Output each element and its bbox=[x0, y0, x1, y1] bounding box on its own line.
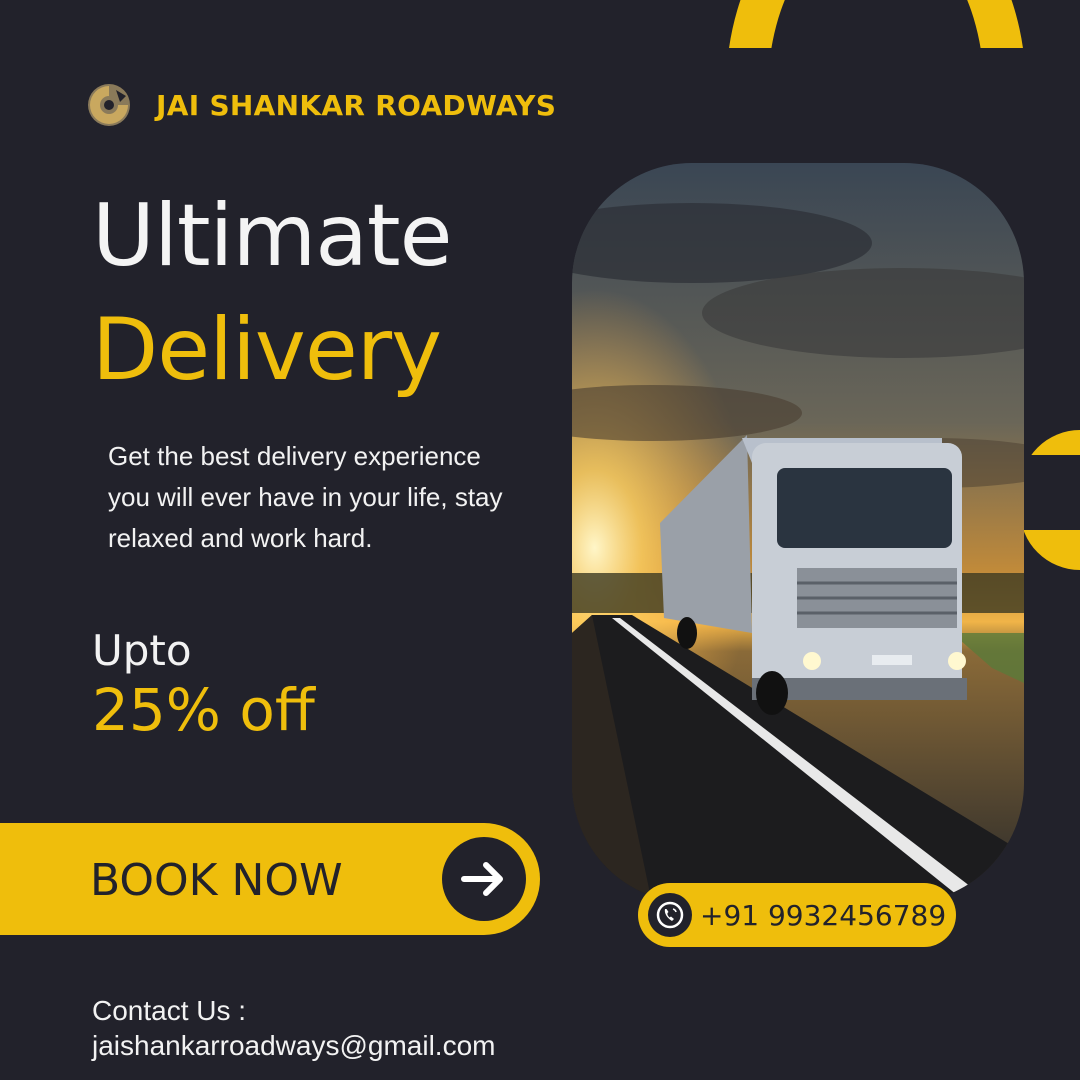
book-now-button[interactable]: BOOK NOW bbox=[0, 823, 540, 935]
arrow-right-icon bbox=[442, 837, 526, 921]
promo-description: Get the best delivery experience you wil… bbox=[108, 441, 503, 553]
circular-c-logo-icon bbox=[88, 84, 130, 126]
phone-contact[interactable]: +91 9932456789 bbox=[638, 883, 956, 947]
truck-photo bbox=[572, 163, 1024, 903]
phone-number: +91 9932456789 bbox=[700, 898, 947, 932]
brand-name: JAI SHANKAR ROADWAYS bbox=[156, 88, 557, 122]
contact-label: Contact Us : bbox=[92, 995, 247, 1026]
poster-canvas: JAI SHANKAR ROADWAYS Ultimate Delivery G… bbox=[0, 0, 1080, 1080]
book-now-label: BOOK NOW bbox=[90, 855, 343, 906]
offer-prefix: Upto bbox=[92, 626, 192, 675]
headline-delivery: Delivery bbox=[92, 300, 442, 400]
brand-logo: JAI SHANKAR ROADWAYS bbox=[86, 82, 556, 128]
contact-email[interactable]: jaishankarroadways@gmail.com bbox=[92, 1030, 495, 1062]
phone-call-icon bbox=[648, 893, 692, 937]
headline-ultimate: Ultimate bbox=[92, 186, 453, 286]
offer-discount: 25% off bbox=[92, 676, 315, 744]
decorative-arc-right-inner bbox=[1024, 455, 1080, 530]
